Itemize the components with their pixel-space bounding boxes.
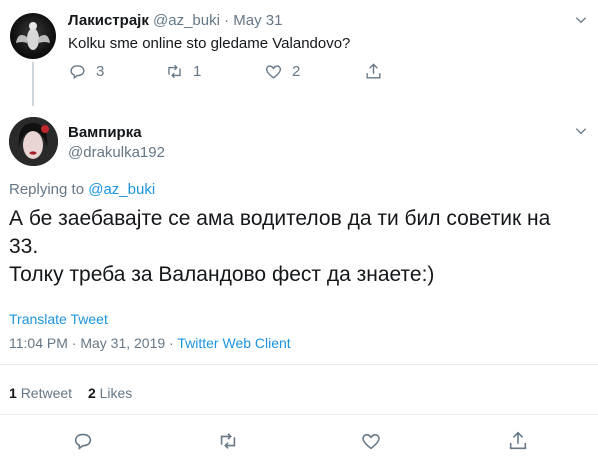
- like-label: Likes: [99, 385, 133, 401]
- tweet-text-line: 33.: [9, 235, 39, 258]
- retweet-stat[interactable]: 1 Retweet: [9, 385, 76, 401]
- retweet-icon: [168, 64, 181, 79]
- reply-button[interactable]: [72, 430, 94, 452]
- replying-label: Replying to: [9, 181, 89, 198]
- divider: [0, 364, 598, 365]
- main-handle[interactable]: @drakulka192: [68, 144, 165, 161]
- parent-tweet-text: Kolku sme online sto gledame Valandovo?: [68, 35, 351, 52]
- parent-separator: ·: [224, 12, 230, 29]
- retweet-label: Retweet: [20, 385, 73, 401]
- like-icon: [265, 65, 282, 79]
- parent-handle[interactable]: @az_buki: [153, 12, 220, 29]
- tweet-text-line: А бе заебавајте се ама водителов да ти б…: [9, 207, 551, 230]
- retweet-count: 1: [9, 385, 17, 401]
- thread-line: [32, 62, 34, 106]
- tweet-metadata: 11:04 PM · May 31, 2019 · Twitter Web Cl…: [9, 335, 291, 351]
- reply-icon: [70, 65, 85, 80]
- avatar-image: [16, 22, 50, 50]
- divider: [0, 414, 598, 415]
- parent-share-button[interactable]: [364, 62, 383, 81]
- parent-like-button[interactable]: 2: [264, 62, 300, 81]
- parent-display-name[interactable]: Лакистрајк: [68, 12, 149, 29]
- parent-date[interactable]: May 31: [233, 12, 282, 29]
- avatar-image: [9, 117, 58, 166]
- share-icon: [366, 63, 381, 79]
- parent-retweet-button[interactable]: 1: [165, 62, 201, 81]
- replying-handle-link[interactable]: @az_buki: [88, 181, 155, 198]
- parent-reply-count: 3: [96, 63, 105, 80]
- parent-retweet-count: 1: [193, 63, 202, 80]
- main-menu-button[interactable]: [574, 124, 588, 143]
- main-display-name[interactable]: Вампирка: [68, 124, 142, 141]
- likes-stat[interactable]: 2 Likes: [88, 385, 132, 401]
- tweet-client-link[interactable]: Twitter Web Client: [177, 335, 290, 351]
- like-icon: [362, 433, 380, 450]
- like-button[interactable]: [360, 430, 382, 452]
- parent-like-count: 2: [292, 63, 301, 80]
- reply-icon: [74, 433, 92, 450]
- like-count: 2: [87, 385, 96, 401]
- parent-menu-button[interactable]: [574, 13, 588, 32]
- main-tweet-text: А бе заебавајте се ама водителов да ти б…: [9, 205, 594, 289]
- retweet-icon: [220, 433, 236, 449]
- parent-header: Лакистрајк @az_buki · May 31: [68, 12, 283, 29]
- chevron-down-icon: [575, 17, 587, 24]
- tweet-timestamp[interactable]: 11:04 PM · May 31, 2019 ·: [9, 335, 177, 351]
- share-icon: [509, 431, 527, 450]
- engagement-stats: 1 Retweet 2 Likes: [9, 385, 132, 401]
- chevron-down-icon: [575, 128, 587, 135]
- share-button[interactable]: [507, 430, 529, 452]
- parent-avatar[interactable]: [10, 13, 56, 59]
- tweet-text-line: Толку треба за Валандово фест да знаете:…: [9, 263, 435, 286]
- translate-tweet-link[interactable]: Translate Tweet: [9, 311, 108, 327]
- main-avatar[interactable]: [9, 117, 58, 166]
- replying-to: Replying to @az_buki: [9, 181, 155, 198]
- parent-reply-button[interactable]: 3: [68, 62, 104, 81]
- retweet-button[interactable]: [217, 430, 239, 452]
